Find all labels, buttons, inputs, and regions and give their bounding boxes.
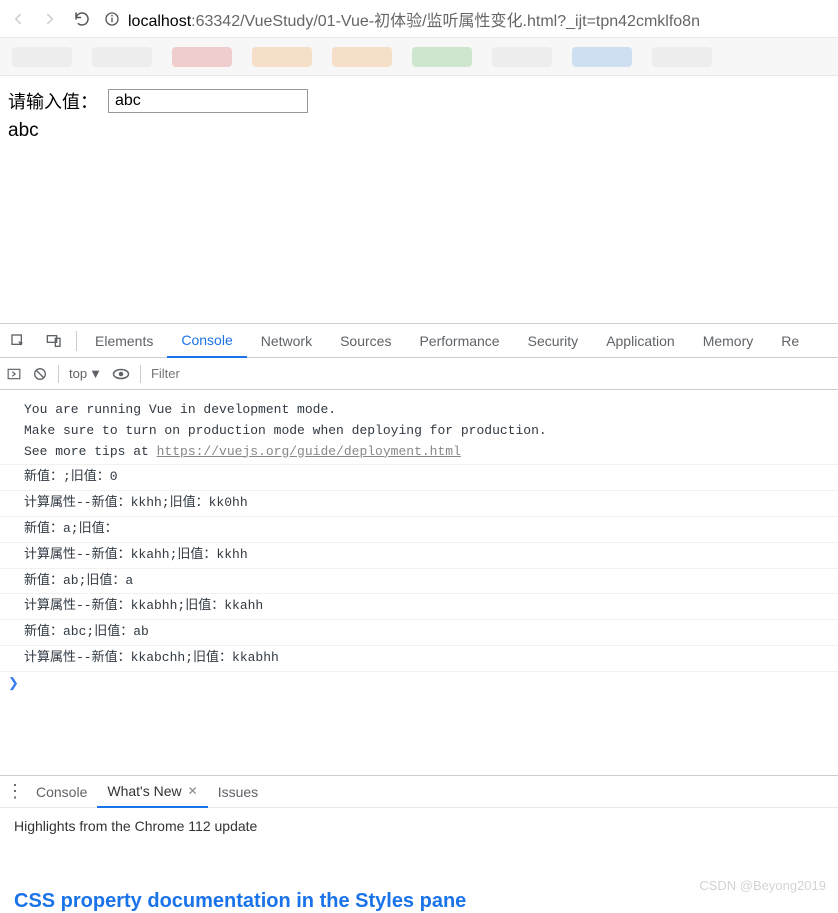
console-toolbar: top ▼	[0, 358, 838, 390]
separator	[58, 365, 59, 383]
bookmark-item[interactable]	[572, 47, 632, 67]
tab-performance[interactable]: Performance	[405, 324, 513, 358]
forward-button[interactable]	[40, 9, 60, 29]
bookmark-item[interactable]	[252, 47, 312, 67]
console-message: 计算属性--新值：kkhh;旧值：kk0hh	[0, 491, 838, 517]
drawer-menu-icon[interactable]: ⋮	[6, 781, 22, 802]
drawer-headline: CSS property documentation in the Styles…	[0, 890, 838, 913]
bookmark-item[interactable]	[172, 47, 232, 67]
bookmark-item[interactable]	[412, 47, 472, 67]
devtools-drawer: ⋮ ConsoleWhat's New✕Issues Highlights fr…	[0, 775, 838, 901]
separator	[140, 365, 141, 383]
drawer-tab-issues[interactable]: Issues	[208, 776, 268, 808]
bookmark-item[interactable]	[92, 47, 152, 67]
console-message: 计算属性--新值：kkahh;旧值：kkhh	[0, 543, 838, 569]
chevron-down-icon: ▼	[89, 366, 102, 381]
drawer-tabs: ⋮ ConsoleWhat's New✕Issues	[0, 776, 838, 808]
context-selector[interactable]: top ▼	[69, 366, 102, 381]
tab-network[interactable]: Network	[247, 324, 326, 358]
bookmarks-bar	[0, 38, 838, 76]
bookmark-item[interactable]	[12, 47, 72, 67]
devtools: ElementsConsoleNetworkSourcesPerformance…	[0, 323, 838, 901]
filter-input[interactable]	[151, 366, 832, 381]
tab-security[interactable]: Security	[514, 324, 593, 358]
inspect-icon[interactable]	[0, 333, 36, 349]
toggle-sidebar-icon[interactable]	[6, 367, 22, 381]
console-message: You are running Vue in development mode.…	[0, 398, 838, 465]
back-button[interactable]	[8, 9, 28, 29]
bookmark-item[interactable]	[652, 47, 712, 67]
console-message: 新值：ab;旧值：a	[0, 569, 838, 595]
browser-toolbar: localhost:63342/VueStudy/01-Vue-初体验/监听属性…	[0, 0, 838, 38]
tab-re[interactable]: Re	[767, 324, 813, 358]
separator	[76, 331, 77, 351]
tab-elements[interactable]: Elements	[81, 324, 167, 358]
clear-console-icon[interactable]	[32, 366, 48, 382]
bookmark-item[interactable]	[492, 47, 552, 67]
page-content: 请输入值： abc	[0, 76, 838, 154]
input-label: 请输入值：	[8, 88, 98, 114]
console-message: 计算属性--新值：kkabhh;旧值：kkahh	[0, 594, 838, 620]
tab-sources[interactable]: Sources	[326, 324, 405, 358]
console-link[interactable]: https://vuejs.org/guide/deployment.html	[157, 444, 461, 459]
output-text: abc	[8, 120, 830, 142]
url-host: localhost	[128, 13, 191, 30]
console-message: 计算属性--新值：kkabchh;旧值：kkabhh	[0, 646, 838, 672]
value-input[interactable]	[108, 89, 308, 113]
url-path: :63342/VueStudy/01-Vue-初体验/监听属性变化.html?_…	[191, 13, 700, 30]
drawer-highlights: Highlights from the Chrome 112 update	[0, 808, 838, 844]
context-label: top	[69, 366, 87, 381]
drawer-tab-what-s-new[interactable]: What's New✕	[97, 776, 207, 808]
drawer-tab-console[interactable]: Console	[26, 776, 97, 808]
console-prompt[interactable]: ❯	[0, 672, 838, 697]
tab-application[interactable]: Application	[592, 324, 689, 358]
live-expression-icon[interactable]	[112, 368, 130, 380]
device-icon[interactable]	[36, 333, 72, 349]
console-message: 新值：abc;旧值：ab	[0, 620, 838, 646]
info-icon[interactable]	[104, 11, 120, 27]
tab-console[interactable]: Console	[167, 324, 246, 358]
bookmark-item[interactable]	[332, 47, 392, 67]
close-icon[interactable]: ✕	[188, 784, 198, 798]
console-message: 新值：a;旧值：	[0, 517, 838, 543]
tab-memory[interactable]: Memory	[689, 324, 768, 358]
url-bar[interactable]: localhost:63342/VueStudy/01-Vue-初体验/监听属性…	[104, 7, 830, 31]
reload-button[interactable]	[72, 9, 92, 29]
console-message: 新值：;旧值：0	[0, 465, 838, 491]
devtools-tabs: ElementsConsoleNetworkSourcesPerformance…	[0, 324, 838, 358]
